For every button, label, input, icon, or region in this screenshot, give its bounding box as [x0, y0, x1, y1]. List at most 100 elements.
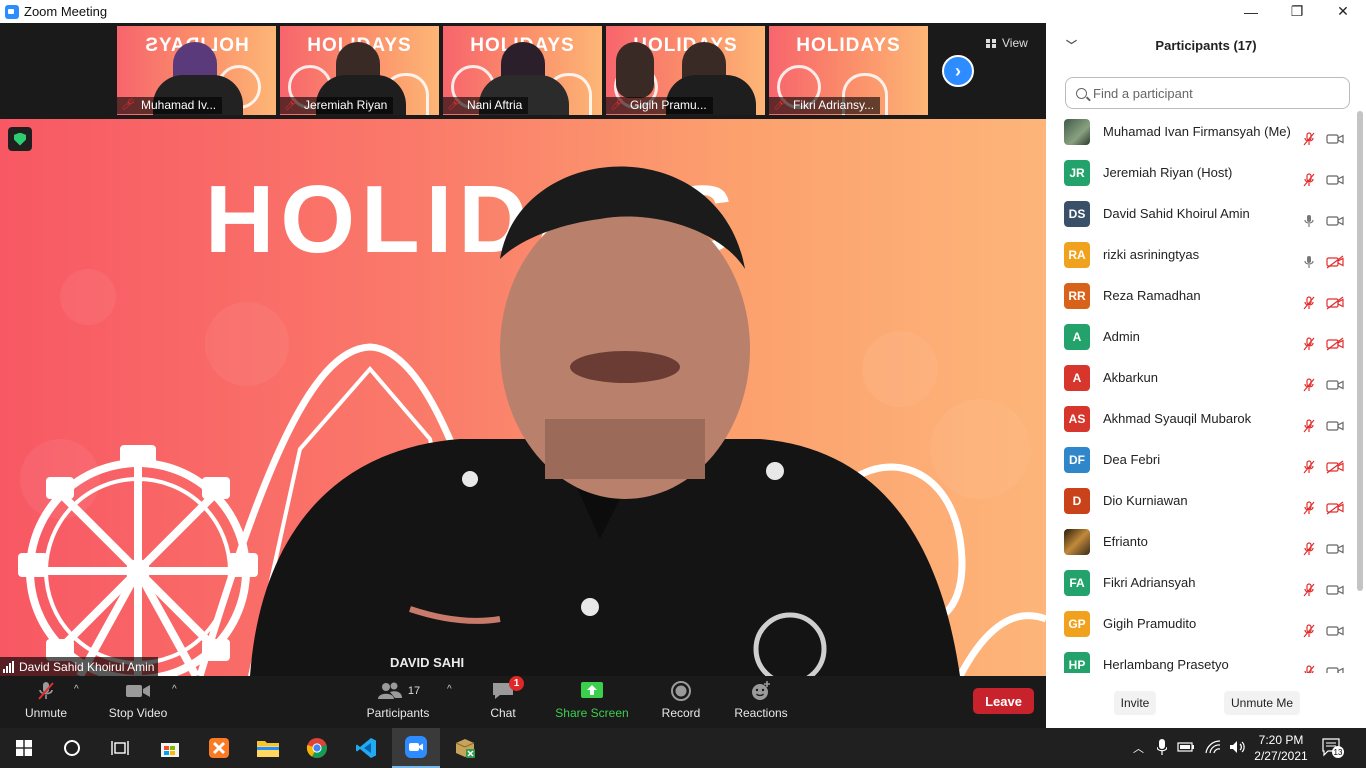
taskbar-clock[interactable]: 7:20 PM 2/27/2021: [1248, 732, 1314, 764]
participant-name: Herlambang Prasetyo: [1103, 657, 1229, 672]
participant-row[interactable]: Efrianto: [1046, 521, 1356, 562]
reactions-button[interactable]: Reactions: [732, 680, 790, 720]
participant-row[interactable]: A Admin: [1046, 316, 1356, 357]
battery-icon[interactable]: [1177, 741, 1195, 756]
participant-row[interactable]: Muhamad Ivan Firmansyah (Me): [1046, 111, 1356, 152]
participants-scrollbar[interactable]: [1357, 111, 1363, 591]
thumbnail-video[interactable]: HOLIDAYS 🎤︎Jeremiah Riyan: [280, 26, 439, 115]
microsoft-store-icon[interactable]: [146, 728, 194, 768]
active-speaker-video[interactable]: HOLIDAYS DAVID SAHI David Sahid Khoirul …: [0, 119, 1046, 676]
avatar: HP: [1064, 651, 1090, 673]
video-options-caret-icon[interactable]: ^: [172, 684, 177, 695]
video-camera-icon: [125, 680, 151, 702]
participant-name: Dea Febri: [1103, 452, 1161, 467]
thumbnail-video[interactable]: HOLIDAYS 🎤︎ Fikri Adriansy...: [769, 26, 928, 115]
participants-panel: ﹀ Participants (17) Muhamad Ivan Firmans…: [1046, 23, 1366, 728]
leave-meeting-button[interactable]: Leave: [973, 688, 1034, 714]
vscode-icon[interactable]: [342, 728, 390, 768]
window-title: Zoom Meeting: [24, 4, 108, 19]
participant-row[interactable]: DF Dea Febri: [1046, 439, 1356, 480]
participant-row[interactable]: JR Jeremiah Riyan (Host): [1046, 152, 1356, 193]
thumbnail-video[interactable]: HOLIDAYS 🎤︎ Gigih Pramu...: [606, 26, 765, 115]
participant-row[interactable]: RR Reza Ramadhan: [1046, 275, 1356, 316]
participant-row[interactable]: AS Akhmad Syauqil Mubarok: [1046, 398, 1356, 439]
avatar: A: [1064, 364, 1090, 391]
participant-name: Muhamad Ivan Firmansyah (Me): [1103, 124, 1291, 139]
chevron-up-icon[interactable]: ︿: [1133, 740, 1147, 756]
restore-button[interactable]: ❐: [1274, 0, 1320, 23]
chat-button[interactable]: 1 Chat: [486, 676, 524, 720]
view-button-label: View: [1002, 36, 1028, 50]
participant-name: Reza Ramadhan: [1103, 288, 1201, 303]
windows-start-icon[interactable]: [0, 728, 48, 768]
thumbnail-video[interactable]: HOLIDAYS 🎤︎Nani Aftria: [443, 26, 602, 115]
participant-name: David Sahid Khoirul Amin: [1103, 206, 1250, 221]
stop-video-button[interactable]: Stop Video: [106, 680, 170, 720]
participant-name: Akbarkun: [1103, 370, 1158, 385]
participants-button[interactable]: 17 Participants: [364, 680, 432, 720]
notification-count: 13: [1334, 748, 1343, 757]
connection-signal-icon: [3, 660, 14, 673]
participant-name: Dio Kurniawan: [1103, 493, 1188, 508]
avatar: FA: [1064, 569, 1090, 596]
avatar: A: [1064, 323, 1090, 350]
chat-unread-badge: 1: [509, 676, 524, 691]
participant-row[interactable]: FA Fikri Adriansyah: [1046, 562, 1356, 603]
participant-name: Jeremiah Riyan (Host): [1103, 165, 1233, 180]
participants-icon: 17: [376, 680, 420, 702]
participant-search-input[interactable]: [1093, 85, 1333, 101]
participant-name: Admin: [1103, 329, 1140, 344]
mic-muted-icon: 🎤︎: [284, 99, 298, 111]
chevron-down-icon[interactable]: ﹀: [1066, 37, 1077, 53]
encryption-shield-icon[interactable]: [8, 127, 32, 151]
participant-row[interactable]: RA rizki asriningtyas: [1046, 234, 1356, 275]
audio-options-caret-icon[interactable]: ^: [74, 684, 79, 695]
record-icon: [670, 680, 692, 702]
zoom-taskbar-icon[interactable]: [392, 728, 440, 768]
chat-icon: 1: [491, 676, 524, 702]
next-page-button[interactable]: ›: [942, 55, 974, 87]
share-screen-icon: [580, 680, 604, 702]
minimize-button[interactable]: —: [1228, 0, 1274, 23]
package-app-icon[interactable]: [441, 728, 489, 768]
volume-icon[interactable]: [1229, 740, 1247, 757]
unmute-button[interactable]: Unmute: [22, 680, 70, 720]
view-button[interactable]: View: [986, 33, 1028, 53]
system-tray: ︿: [1133, 728, 1247, 768]
record-button[interactable]: Record: [660, 680, 702, 720]
invite-button[interactable]: Invite: [1114, 691, 1156, 715]
search-icon: [1076, 87, 1087, 99]
xampp-icon[interactable]: [195, 728, 243, 768]
participant-name: Fikri Adriansyah: [1103, 575, 1196, 590]
microphone-tray-icon[interactable]: [1156, 738, 1168, 758]
unmute-me-button[interactable]: Unmute Me: [1224, 691, 1300, 715]
share-screen-button[interactable]: Share Screen: [555, 680, 629, 720]
zoom-app-icon: [5, 4, 19, 19]
participant-row[interactable]: D Dio Kurniawan: [1046, 480, 1356, 521]
participant-search-box[interactable]: [1065, 77, 1350, 109]
chevron-right-icon: ›: [955, 60, 961, 81]
clock-date: 2/27/2021: [1254, 749, 1308, 763]
windows-taskbar: ︿ 7:20 PM 2/27/2021 13: [0, 728, 1366, 768]
thumbnail-video[interactable]: HOLIDAYS 🎤︎Muhamad Iv...: [117, 26, 276, 115]
close-button[interactable]: ✕: [1320, 0, 1366, 23]
task-view-icon[interactable]: [96, 728, 144, 768]
wifi-icon[interactable]: [1205, 739, 1221, 757]
virtual-background: HOLIDAYS DAVID SAHI: [18, 166, 1046, 676]
chrome-icon[interactable]: [293, 728, 341, 768]
participant-row[interactable]: HP Herlambang Prasetyo: [1046, 644, 1356, 673]
clock-time: 7:20 PM: [1258, 733, 1304, 747]
avatar: RR: [1064, 282, 1090, 309]
avatar: JR: [1064, 159, 1090, 186]
mic-muted-icon: [35, 680, 57, 702]
participant-row[interactable]: A Akbarkun: [1046, 357, 1356, 398]
participant-row[interactable]: GP Gigih Pramudito: [1046, 603, 1356, 644]
participant-row[interactable]: DS David Sahid Khoirul Amin: [1046, 193, 1356, 234]
cortana-search-icon[interactable]: [48, 728, 96, 768]
avatar: RA: [1064, 241, 1090, 268]
file-explorer-icon[interactable]: [244, 728, 292, 768]
notification-center-icon[interactable]: 13: [1322, 738, 1344, 758]
participants-count: 17: [407, 685, 421, 697]
mic-muted-icon: 🎤︎: [121, 99, 135, 111]
participants-options-caret-icon[interactable]: ^: [447, 684, 452, 695]
